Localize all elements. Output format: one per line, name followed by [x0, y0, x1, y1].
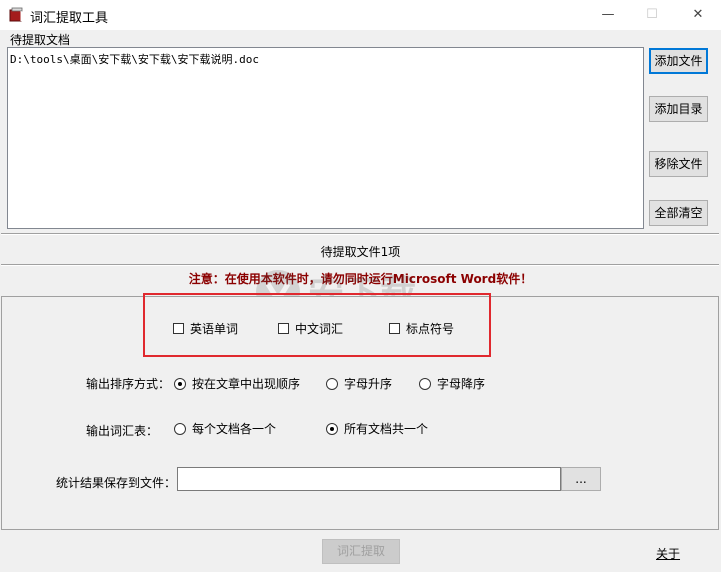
- save-file-label: 统计结果保存到文件：: [56, 476, 177, 490]
- checkbox-label: 标点符号: [406, 322, 455, 336]
- radio-dot[interactable]: [326, 422, 338, 435]
- checkbox-english-words[interactable]: 英语单词: [173, 320, 238, 337]
- radio-label: 按在文章中出现顺序: [192, 377, 301, 391]
- add-file-button[interactable]: 添加文件: [649, 48, 708, 74]
- browse-button[interactable]: ...: [561, 467, 601, 491]
- radio-sort-descending[interactable]: 字母降序: [419, 375, 485, 392]
- radio-label: 字母升序: [344, 377, 393, 391]
- radio-dot[interactable]: [174, 422, 186, 435]
- radio-dot[interactable]: [419, 377, 431, 390]
- divider: [1, 233, 719, 235]
- title-bar: 词汇提取工具 — ☐ ✕: [0, 0, 721, 30]
- files-group-label: 待提取文档: [10, 33, 71, 47]
- window-title: 词汇提取工具: [30, 11, 109, 26]
- clear-all-button[interactable]: 全部清空: [649, 200, 708, 226]
- checkbox-label: 中文词汇: [295, 322, 344, 336]
- save-file-input[interactable]: [177, 467, 561, 491]
- file-list[interactable]: D:\tools\桌面\安下载\安下载\安下载说明.doc: [7, 47, 644, 229]
- checkbox-box[interactable]: [173, 323, 184, 334]
- maximize-button: ☐: [646, 7, 658, 22]
- minimize-button[interactable]: —: [585, 0, 631, 30]
- about-link[interactable]: 关于: [656, 545, 680, 562]
- divider: [1, 264, 719, 266]
- radio-label: 字母降序: [437, 377, 486, 391]
- checkbox-punctuation[interactable]: 标点符号: [389, 320, 454, 337]
- sort-order-label: 输出排序方式：: [86, 377, 171, 391]
- remove-file-button[interactable]: 移除文件: [649, 151, 708, 177]
- radio-output-shared[interactable]: 所有文档共一个: [326, 420, 428, 437]
- radio-dot[interactable]: [326, 377, 338, 390]
- radio-label: 所有文档共一个: [344, 422, 429, 436]
- checkbox-chinese-words[interactable]: 中文词汇: [278, 320, 343, 337]
- add-directory-button[interactable]: 添加目录: [649, 96, 708, 122]
- file-list-item[interactable]: D:\tools\桌面\安下载\安下载\安下载说明.doc: [10, 51, 641, 67]
- warning-text: 注意：在使用本软件时，请勿同时运行Microsoft Word软件！: [188, 272, 533, 286]
- checkbox-box[interactable]: [389, 323, 400, 334]
- file-count-label: 待提取文件1项: [320, 245, 401, 259]
- close-button[interactable]: ✕: [675, 0, 721, 30]
- radio-dot[interactable]: [174, 377, 186, 390]
- radio-label: 每个文档各一个: [192, 422, 277, 436]
- output-list-label: 输出词汇表：: [86, 424, 159, 438]
- radio-sort-appearance[interactable]: 按在文章中出现顺序: [174, 375, 300, 392]
- radio-output-per-document[interactable]: 每个文档各一个: [174, 420, 276, 437]
- app-book-icon: [8, 7, 24, 23]
- extract-button[interactable]: 词汇提取: [322, 539, 400, 564]
- radio-sort-ascending[interactable]: 字母升序: [326, 375, 392, 392]
- checkbox-box[interactable]: [278, 323, 289, 334]
- checkbox-label: 英语单词: [190, 322, 239, 336]
